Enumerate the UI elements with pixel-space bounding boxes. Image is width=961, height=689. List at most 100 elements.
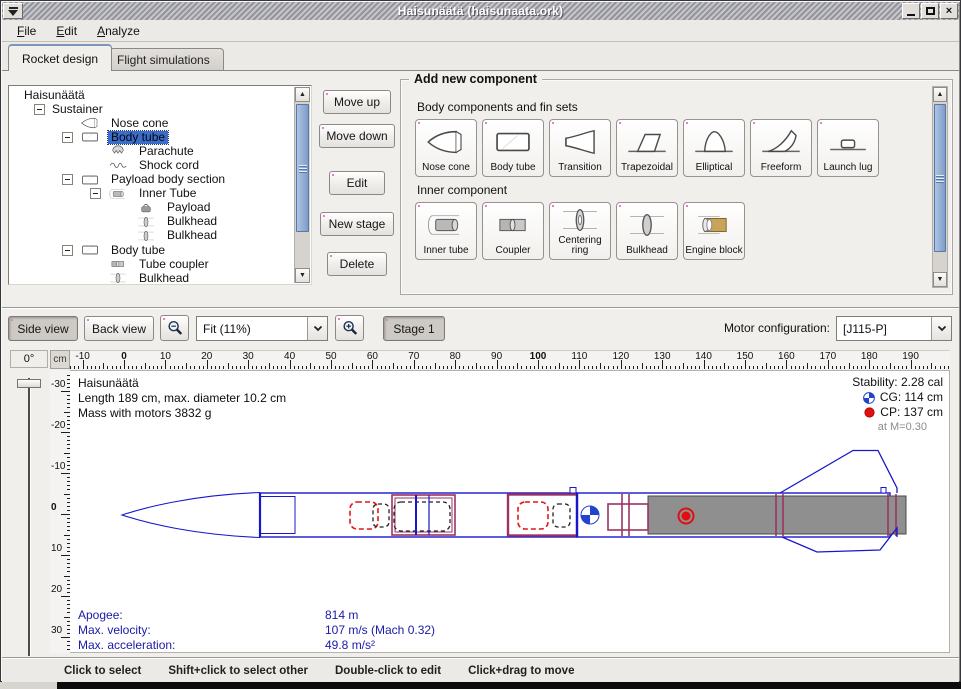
- menu-edit[interactable]: Edit: [47, 22, 86, 40]
- tree-item-label: Sustainer: [49, 103, 106, 116]
- tree-item-nose-cone[interactable]: Nose cone: [11, 116, 293, 130]
- component-scroll-thumb[interactable]: [934, 104, 946, 252]
- tree-item-inner-tube[interactable]: Inner Tube: [11, 187, 293, 201]
- coupler-icon: [105, 257, 131, 271]
- tab-strip: Rocket design Flight simulations: [2, 43, 959, 71]
- stability-value: Stability: 2.28 cal: [852, 375, 943, 390]
- menu-analyze[interactable]: Analyze: [88, 22, 149, 40]
- component-tree[interactable]: HaisunäätäSustainerNose coneBody tubePar…: [8, 85, 312, 285]
- pane-divider[interactable]: [2, 307, 959, 309]
- edit-button[interactable]: Edit: [329, 171, 385, 195]
- maximize-button[interactable]: [921, 3, 939, 19]
- scroll-up-icon[interactable]: ▲: [295, 87, 310, 102]
- tree-item-label: Bulkhead: [164, 229, 220, 242]
- component-panel-scrollbar[interactable]: ▲ ▼: [932, 86, 948, 288]
- scroll-up-icon[interactable]: ▲: [933, 87, 947, 102]
- tree-scroll-thumb[interactable]: [296, 104, 309, 232]
- launch-lug-2: [881, 488, 886, 494]
- component-button-launch-lug[interactable]: Launch lug: [817, 119, 879, 177]
- close-button[interactable]: ×: [940, 3, 958, 19]
- component-button-body-tube[interactable]: Body tube: [482, 119, 544, 177]
- coupler-icon: [490, 203, 536, 246]
- window-title: Haisunäätä (haisunaata.ork): [2, 4, 959, 18]
- side-view-button[interactable]: Side view: [8, 316, 78, 341]
- component-button-label: Nose cone: [417, 163, 475, 173]
- component-button-inner-tube[interactable]: Inner tube: [415, 202, 477, 260]
- tree-item-payload[interactable]: Payload: [11, 201, 293, 215]
- menu-file[interactable]: File: [8, 22, 45, 40]
- tree-item-shock-cord[interactable]: Shock cord: [11, 158, 293, 172]
- tree-item-bulkhead[interactable]: Bulkhead: [11, 215, 293, 229]
- component-button-nose-cone[interactable]: Nose cone: [415, 119, 477, 177]
- chevron-down-icon[interactable]: [307, 317, 327, 340]
- motor-configuration-select[interactable]: [J115-P]: [836, 316, 952, 341]
- collapse-icon[interactable]: [34, 104, 45, 115]
- scroll-down-icon[interactable]: ▼: [933, 272, 947, 287]
- bodytube-icon: [490, 120, 536, 163]
- component-group-label: Inner component: [417, 183, 930, 197]
- rotation-slider[interactable]: [28, 378, 30, 656]
- delete-button[interactable]: Delete: [327, 252, 387, 276]
- stage-1-toggle[interactable]: Stage 1: [383, 316, 445, 341]
- tree-item-tube-coupler[interactable]: Tube coupler: [11, 257, 293, 271]
- zoom-out-button[interactable]: [160, 315, 189, 341]
- tree-item-bulkhead[interactable]: Bulkhead: [11, 271, 293, 285]
- rotation-slider-handle[interactable]: [17, 379, 41, 388]
- component-button-elliptical[interactable]: Elliptical: [683, 119, 745, 177]
- scroll-down-icon[interactable]: ▼: [295, 268, 310, 283]
- zoom-select[interactable]: Fit (11%): [196, 316, 328, 341]
- component-button-coupler[interactable]: Coupler: [482, 202, 544, 260]
- cg-marker: [581, 506, 599, 524]
- tree-item-bulkhead[interactable]: Bulkhead: [11, 229, 293, 243]
- collapse-icon[interactable]: [62, 132, 73, 143]
- tree-item-sustainer[interactable]: Sustainer: [11, 102, 293, 116]
- tree-item-body-tube[interactable]: Body tube: [11, 130, 293, 144]
- fin-upper: [780, 451, 897, 494]
- minimize-button[interactable]: [902, 3, 920, 19]
- component-button-freeform[interactable]: Freeform: [750, 119, 812, 177]
- innertube-icon: [423, 203, 469, 246]
- component-button-bulkhead[interactable]: Bulkhead: [616, 202, 678, 260]
- cg-icon: [863, 392, 875, 404]
- collapse-icon[interactable]: [90, 188, 101, 199]
- component-button-trapezoidal[interactable]: Trapezoidal: [616, 119, 678, 177]
- tab-rocket-design[interactable]: Rocket design: [8, 44, 112, 71]
- engineblock-icon: [691, 203, 737, 246]
- window-menu-icon[interactable]: [3, 3, 23, 19]
- move-down-button[interactable]: Move down: [319, 124, 395, 148]
- shock-cord-outline: [373, 504, 389, 527]
- back-view-button[interactable]: Back view: [84, 316, 154, 341]
- component-button-label: Centering ring: [551, 236, 609, 256]
- shock-cord-2-outline: [553, 504, 570, 527]
- rocket-info: Haisunäätä Length 189 cm, max. diameter …: [78, 376, 286, 421]
- component-button-centering-ring[interactable]: Centering ring: [549, 202, 611, 260]
- component-button-engine-block[interactable]: Engine block: [683, 202, 745, 260]
- tree-item-label: Shock cord: [136, 159, 202, 172]
- tab-flight-simulations[interactable]: Flight simulations: [103, 48, 224, 71]
- tree-item-payload-body-section[interactable]: Payload body section: [11, 173, 293, 187]
- tree-scrollbar[interactable]: ▲ ▼: [294, 87, 310, 283]
- payload-icon: [133, 201, 159, 215]
- tree-item-parachute[interactable]: Parachute: [11, 144, 293, 158]
- chevron-down-icon[interactable]: [931, 317, 951, 340]
- component-button-transition[interactable]: Transition: [549, 119, 611, 177]
- bulkhead-icon: [105, 271, 131, 285]
- tree-item-haisun-t-[interactable]: Haisunäätä: [11, 88, 293, 102]
- new-stage-button[interactable]: New stage: [320, 212, 394, 236]
- title-bar[interactable]: Haisunäätä (haisunaata.ork) ×: [2, 2, 959, 20]
- ruler-unit-label: cm: [50, 350, 70, 369]
- hint-click: Click to select: [64, 665, 141, 677]
- collapse-icon[interactable]: [62, 174, 73, 185]
- collapse-icon[interactable]: [62, 245, 73, 256]
- cp-value: CP: 137 cm: [880, 405, 943, 420]
- zoom-in-button[interactable]: [335, 315, 364, 341]
- rocket-canvas[interactable]: Haisunäätä Length 189 cm, max. diameter …: [70, 370, 950, 653]
- component-button-label: Launch lug: [819, 163, 877, 173]
- move-up-button[interactable]: Move up: [323, 90, 391, 114]
- motor-mount-tube: [608, 504, 648, 530]
- mach-condition: at M=0.30: [852, 420, 943, 435]
- tree-item-body-tube[interactable]: Body tube: [11, 243, 293, 257]
- component-button-label: Freeform: [752, 163, 810, 173]
- component-button-label: Bulkhead: [618, 246, 676, 256]
- bodytube-icon: [77, 243, 103, 257]
